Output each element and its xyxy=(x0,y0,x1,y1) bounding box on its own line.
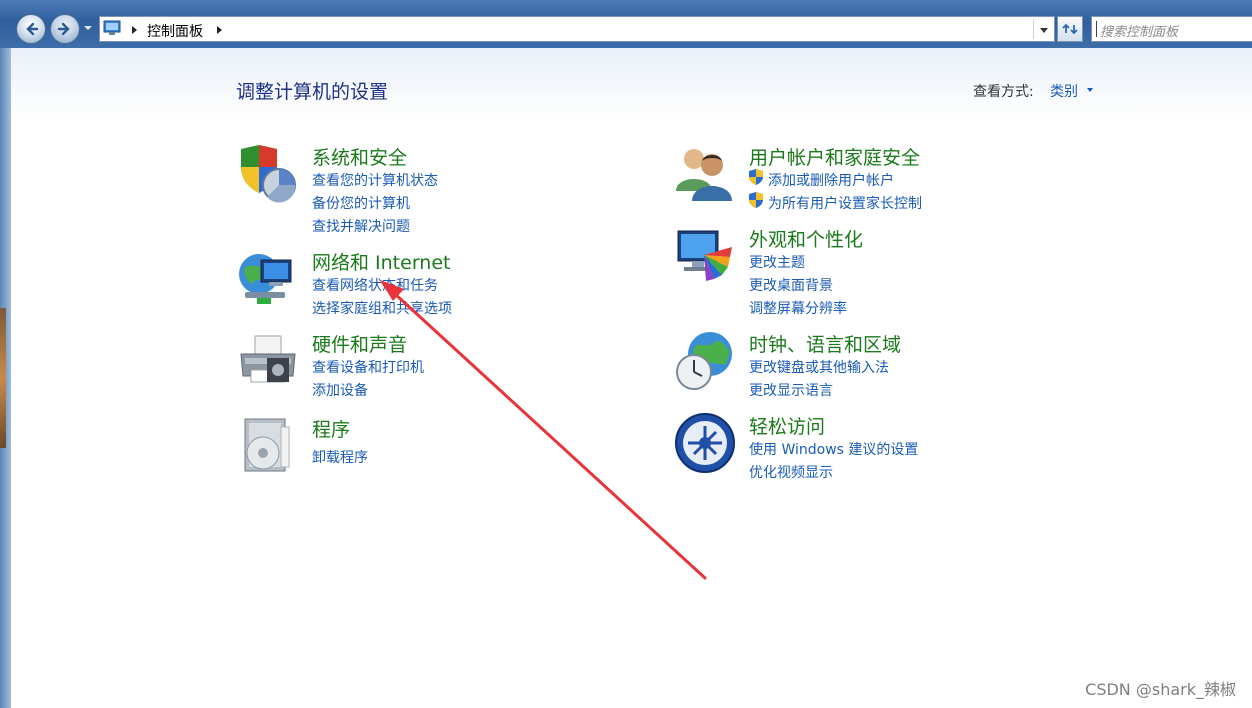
annotation-arrow xyxy=(380,280,707,580)
watermark: CSDN @shark_辣椒 xyxy=(1085,680,1236,699)
